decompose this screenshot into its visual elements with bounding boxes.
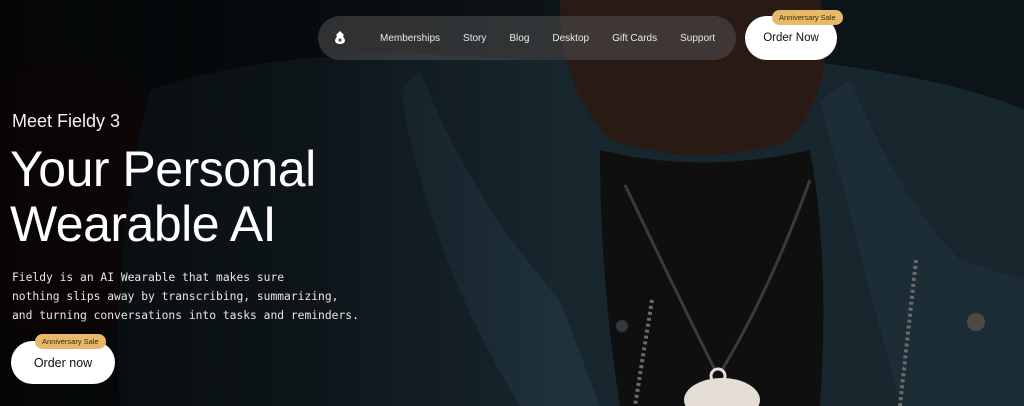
description-line: Fieldy is an AI Wearable that makes sure bbox=[12, 271, 285, 284]
nav-link-story[interactable]: Story bbox=[463, 33, 486, 44]
description-line: nothing slips away by transcribing, summ… bbox=[12, 290, 339, 303]
hero-anniversary-sale-badge: Anniversary Sale bbox=[35, 334, 106, 349]
anniversary-sale-badge: Anniversary Sale bbox=[772, 10, 843, 25]
hero-headline: Your Personal Wearable AI bbox=[10, 142, 316, 252]
headline-line: Wearable AI bbox=[10, 196, 276, 252]
nav-link-blog[interactable]: Blog bbox=[509, 33, 529, 44]
nav-link-support[interactable]: Support bbox=[680, 33, 715, 44]
headline-line: Your Personal bbox=[10, 141, 316, 197]
nav-link-memberships[interactable]: Memberships bbox=[380, 33, 440, 44]
nav-link-desktop[interactable]: Desktop bbox=[552, 33, 589, 44]
description-line: and turning conversations into tasks and… bbox=[12, 309, 359, 322]
main-navigation: Memberships Story Blog Desktop Gift Card… bbox=[318, 16, 736, 60]
hero-eyebrow: Meet Fieldy 3 bbox=[12, 111, 121, 131]
hero-description: Fieldy is an AI Wearable that makes sure… bbox=[12, 268, 432, 325]
fieldy-logo-icon[interactable] bbox=[332, 29, 348, 47]
nav-link-gift-cards[interactable]: Gift Cards bbox=[612, 33, 657, 44]
hero-section: Memberships Story Blog Desktop Gift Card… bbox=[0, 0, 1024, 406]
